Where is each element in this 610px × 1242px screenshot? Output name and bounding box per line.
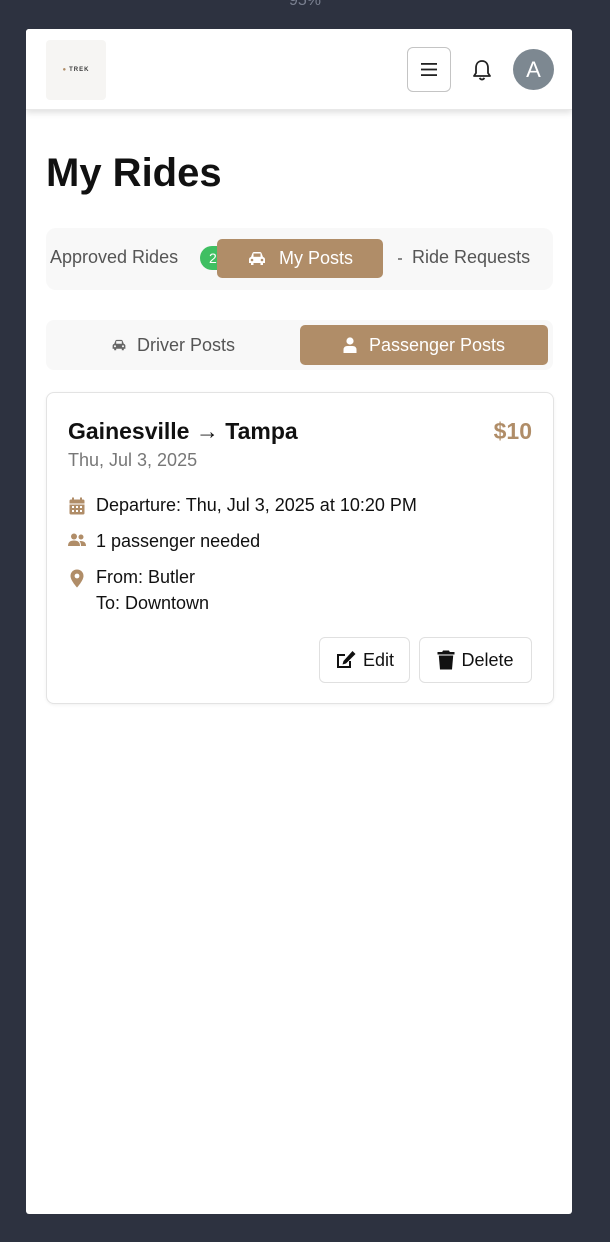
car-icon [112, 339, 126, 350]
user-icon [343, 337, 357, 353]
tab-approved-rides[interactable]: Approved Rides [50, 247, 178, 268]
post-type-tabs: Driver Posts Passenger Posts [46, 320, 553, 370]
tab-separator [398, 258, 402, 260]
zoom-indicator: 95% [288, 0, 322, 9]
to-location: To: Downtown [96, 593, 210, 613]
passengers-text: 1 passenger needed [96, 531, 261, 551]
location-pin-icon: ● [62, 67, 68, 73]
delete-button[interactable]: Delete [419, 637, 532, 683]
brand-logo[interactable]: ● TREK [46, 40, 106, 100]
user-avatar[interactable]: A [513, 49, 554, 90]
delete-button-label: Delete [461, 649, 514, 670]
page-title: My Rides [46, 151, 222, 195]
tab-driver-posts-label: Driver Posts [136, 334, 235, 355]
edit-button[interactable]: Edit [319, 637, 410, 683]
app-frame: ● TREK A My Rides Approved Rides 2 My Po… [26, 29, 572, 1214]
tab-passenger-posts[interactable]: Passenger Posts [300, 325, 548, 365]
tab-my-posts[interactable]: My Posts [217, 239, 383, 278]
trash-icon [437, 650, 455, 670]
departure-row: Departure: Thu, Jul 3, 2025 at 10:20 PM [68, 495, 417, 516]
edit-icon [336, 651, 356, 668]
tab-ride-requests[interactable]: Ride Requests [412, 247, 530, 268]
ride-tabs: Approved Rides 2 My Posts Ride Requests [46, 228, 553, 290]
ride-route: Gainesville → Tampa [68, 418, 298, 444]
ride-post-card: Gainesville → Tampa $10 Thu, Jul 3, 2025 [46, 392, 554, 704]
from-to-block: From: Butler To: Downtown [96, 564, 209, 616]
top-nav: ● TREK A [26, 29, 572, 110]
departure-text: Departure: Thu, Jul 3, 2025 at 10:20 PM [96, 495, 417, 515]
brand-logo-text: TREK [69, 67, 90, 73]
tab-my-posts-label: My Posts [278, 248, 353, 268]
tab-driver-posts[interactable]: Driver Posts [46, 325, 300, 365]
tab-passenger-posts-label: Passenger Posts [368, 334, 506, 355]
calendar-icon [68, 495, 86, 515]
bell-icon [473, 60, 491, 81]
passengers-row: 1 passenger needed [68, 531, 260, 552]
hamburger-icon [421, 63, 437, 76]
car-icon [248, 251, 265, 265]
ride-date: Thu, Jul 3, 2025 [68, 450, 198, 470]
notifications-button[interactable] [470, 57, 494, 83]
location-pin-icon [68, 567, 86, 588]
menu-button[interactable] [407, 47, 451, 92]
from-location: From: Butler [96, 567, 196, 587]
edit-button-label: Edit [362, 649, 395, 670]
ride-price: $10 [493, 418, 532, 444]
users-icon [68, 531, 86, 547]
location-row: From: Butler To: Downtown [68, 567, 209, 616]
